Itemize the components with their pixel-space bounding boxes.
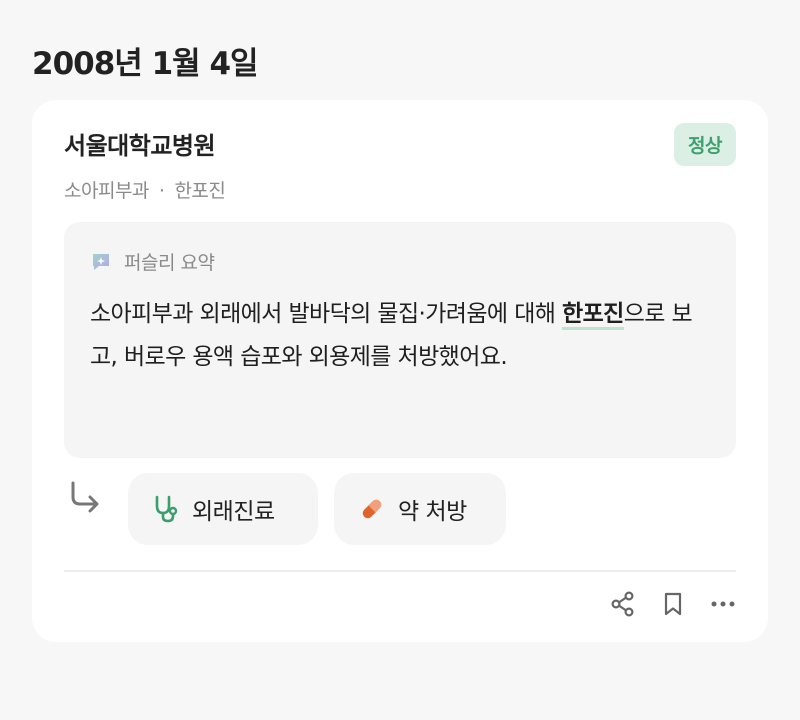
summary-text: 소아피부과 외래에서 발바닥의 물집·가려움에 대해 한포진으로 보고, 버로우… xyxy=(90,293,710,379)
tag-prescription[interactable]: 약 처방 xyxy=(334,473,506,545)
summary-header: 퍼슬리 요약 xyxy=(90,248,710,275)
medical-record-card[interactable]: 서울대학교병원 정상 소아피부과 · 한포진 퍼슬리 요약 소아피부과 외래에서… xyxy=(32,100,768,642)
share-button[interactable] xyxy=(608,589,638,619)
tag-prescription-label: 약 처방 xyxy=(398,499,467,525)
record-subline: 소아피부과 · 한포진 xyxy=(64,176,226,203)
stethoscope-icon xyxy=(155,495,178,523)
summary-sparkle-icon xyxy=(90,251,112,273)
share-icon xyxy=(611,591,634,617)
card-actions xyxy=(588,589,738,619)
ai-summary-box: 퍼슬리 요약 소아피부과 외래에서 발바닥의 물집·가려움에 대해 한포진으로 … xyxy=(64,222,736,458)
tag-outpatient[interactable]: 외래진료 xyxy=(128,473,318,545)
pill-icon xyxy=(362,499,382,519)
bookmark-icon xyxy=(664,592,682,616)
diagnosis-label: 한포진 xyxy=(174,180,226,202)
diagnosis-highlight[interactable]: 한포진 xyxy=(562,301,624,330)
hospital-name: 서울대학교병원 xyxy=(64,132,216,160)
reply-arrow-icon xyxy=(71,481,99,513)
status-badge: 정상 xyxy=(674,123,736,166)
summary-title: 퍼슬리 요약 xyxy=(124,252,215,274)
more-icon xyxy=(711,601,735,607)
bookmark-button[interactable] xyxy=(658,589,688,619)
separator-dot: · xyxy=(158,180,165,202)
summary-text-before: 소아피부과 외래에서 발바닥의 물집·가려움에 대해 xyxy=(90,301,563,327)
more-button[interactable] xyxy=(708,589,738,619)
department-label: 소아피부과 xyxy=(64,180,149,202)
card-divider xyxy=(64,570,736,572)
record-date: 2008년 1월 4일 xyxy=(32,46,259,82)
tag-outpatient-label: 외래진료 xyxy=(192,499,275,525)
